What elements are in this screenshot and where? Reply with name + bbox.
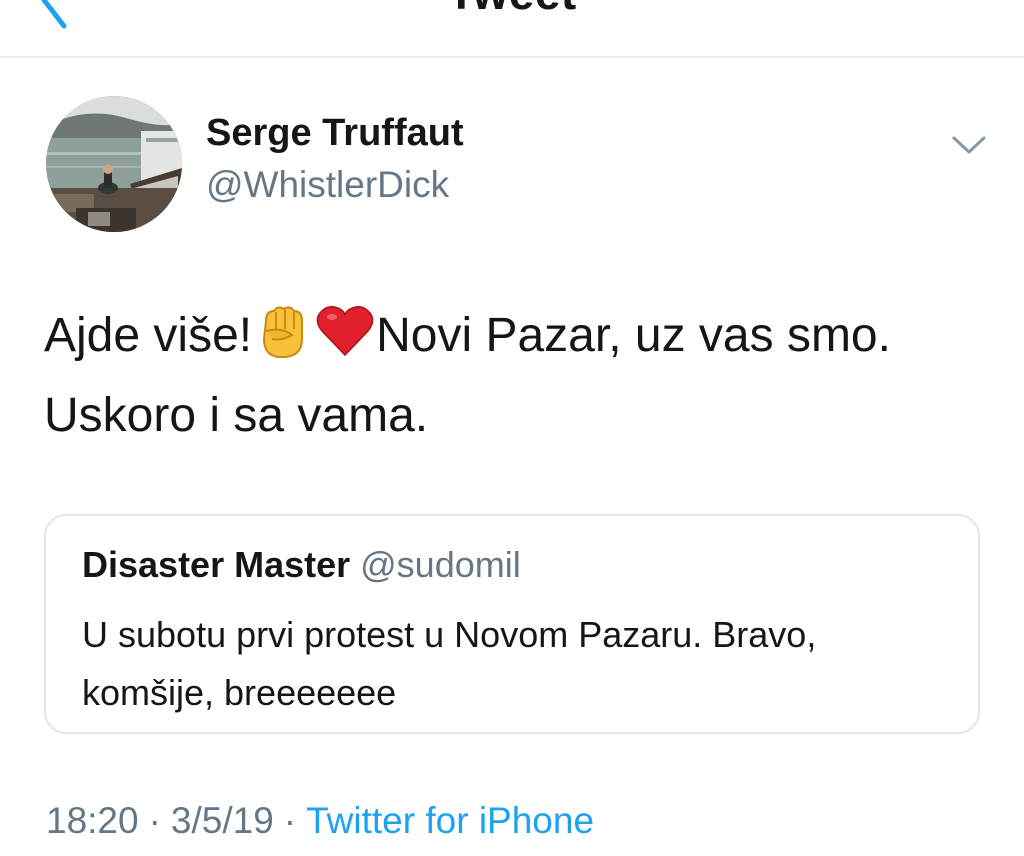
avatar[interactable]: [46, 96, 182, 232]
quoted-tweet-card[interactable]: Disaster Master @sudomil U subotu prvi pr…: [44, 514, 980, 734]
tweet-options-button[interactable]: [946, 128, 992, 162]
raised-fist-icon: [252, 299, 314, 361]
tweet-text-part: Novi Pazar, uz vas smo.: [376, 309, 891, 362]
avatar-photo: [46, 96, 182, 232]
red-heart-icon: [314, 299, 376, 361]
tweet-text: Ajde više! Novi Pazar, uz vas smo. Uskor…: [44, 296, 1004, 456]
tweet-line-1: Ajde više! Novi Pazar, uz vas smo.: [44, 296, 1004, 376]
quoted-tweet-text: U subotu prvi protest u Novom Pazaru. Br…: [82, 614, 817, 713]
tweet-time: 18:20: [46, 800, 139, 841]
author-handle[interactable]: @WhistlerDick: [206, 164, 449, 206]
tweet-text-part: Ajde više!: [44, 309, 253, 362]
tweet-meta: 18:20 · 3/5/19 · Twitter for iPhone: [46, 800, 594, 842]
quoted-tweet-header: Disaster Master @sudomil: [82, 544, 521, 586]
tweet-line-2: Uskoro i sa vama.: [44, 389, 429, 442]
tweet-date: 3/5/19: [170, 800, 274, 841]
quoted-author-name: Disaster Master: [82, 544, 351, 585]
author-name[interactable]: Serge Truffaut: [206, 112, 464, 155]
top-nav-bar: Tweet: [0, 0, 1024, 58]
tweet-source-link[interactable]: Twitter for iPhone: [306, 800, 594, 841]
quoted-author-handle: @sudomil: [360, 544, 521, 585]
chevron-down-icon: [952, 136, 986, 154]
meta-separator: ·: [283, 800, 297, 841]
meta-separator: ·: [148, 800, 161, 841]
tweet-detail-screen: Tweet Serge Truffaut @WhistlerDick: [0, 0, 1024, 856]
page-title: Tweet: [0, 0, 1024, 20]
